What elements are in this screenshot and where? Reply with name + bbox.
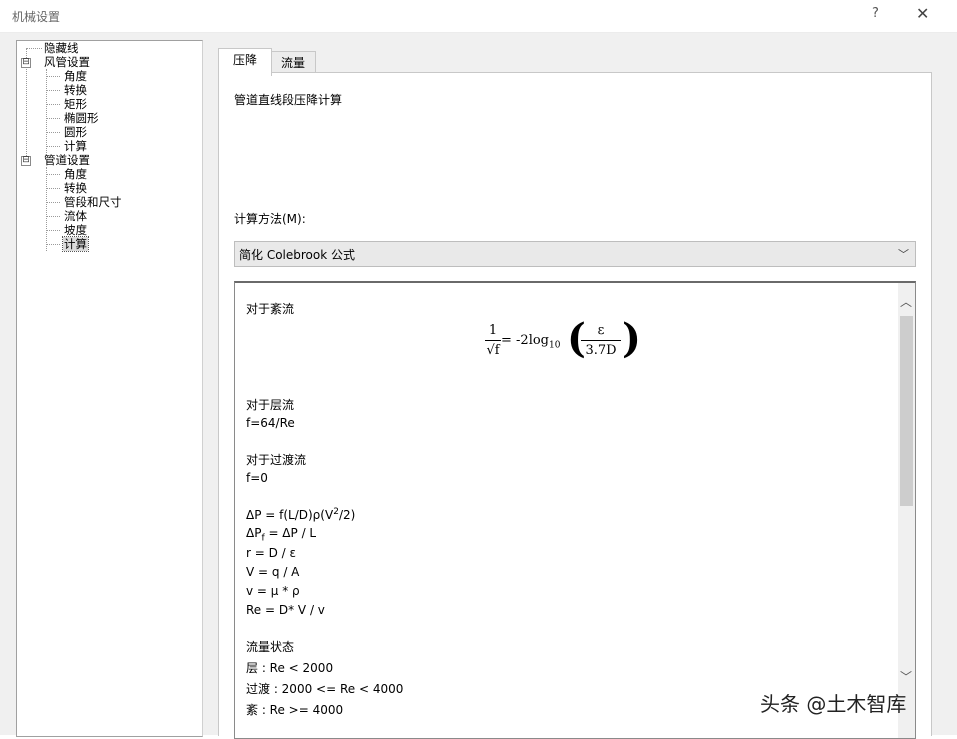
tree-connector <box>46 104 60 105</box>
equation-part: = ΔP / L <box>264 526 317 540</box>
equation-part: ΔP = f(L/D)ρ(V <box>246 508 334 522</box>
turbulent-label: 对于紊流 <box>246 302 295 316</box>
tree-item-label: 椭圆形 <box>64 111 99 125</box>
tree-item-label: 坡度 <box>64 223 87 237</box>
flow-state-label: 流量状态 <box>246 640 295 654</box>
tree-item-duct-conversion[interactable]: 转换 <box>63 83 88 97</box>
pressure-drop-equation: ΔP = f(L/D)ρ(V2/2) <box>246 507 355 522</box>
tree-connector <box>46 230 60 231</box>
tree-connector <box>26 48 42 49</box>
tree-item-segments-sizes[interactable]: 管段和尺寸 <box>63 195 123 209</box>
title-bar: 机械设置 ? ✕ <box>0 0 957 33</box>
friction-drop-equation: ΔPf = ΔP / L <box>246 526 316 543</box>
tree-item-label: 角度 <box>64 69 87 83</box>
formula-display: 对于紊流 1 √f = -2log10 ( ε 3.7D ) 对于层流 f=64… <box>234 281 916 739</box>
state-transition: 过渡 : 2000 <= Re < 4000 <box>246 682 404 696</box>
roughness-equation: r = D / ε <box>246 546 297 560</box>
tab-label: 流量 <box>280 56 305 70</box>
laminar-equation: f=64/Re <box>246 416 295 430</box>
tree-item-pipe-conversion[interactable]: 转换 <box>63 181 88 195</box>
tab-pressure-drop[interactable]: 压降 <box>218 48 272 76</box>
tree-connector <box>46 188 60 189</box>
tab-label: 压降 <box>232 53 257 67</box>
pressure-drop-panel: 管道直线段压降计算 计算方法(M): 简化 Colebrook 公式 ﹀ 对于紊… <box>218 72 932 739</box>
reynolds-equation: Re = D* V / v <box>246 603 325 617</box>
tree-connector <box>46 132 60 133</box>
tree-connector <box>46 90 60 91</box>
tree-item-label: 管道设置 <box>44 153 90 167</box>
tree-item-slope[interactable]: 坡度 <box>63 223 88 237</box>
tree-connector <box>46 202 60 203</box>
method-label: 计算方法(M): <box>234 212 306 226</box>
collapse-icon[interactable]: ⊟ <box>21 58 31 68</box>
tree-item-pipe-settings[interactable]: 管道设置 <box>43 153 91 167</box>
laminar-label: 对于层流 <box>246 398 295 412</box>
chevron-down-icon[interactable]: ﹀ <box>898 246 909 262</box>
tree-item-duct-angle[interactable]: 角度 <box>63 69 88 83</box>
formula-denominator: 3.7D <box>581 340 621 358</box>
equation-part: /2) <box>338 508 356 522</box>
tree-item-duct-settings[interactable]: 风管设置 <box>43 55 91 69</box>
selected-method: 简化 Colebrook 公式 <box>239 248 355 262</box>
tree-item-label: 矩形 <box>64 97 87 111</box>
tree-item-label: 圆形 <box>64 125 87 139</box>
velocity-equation: V = q / A <box>246 565 300 579</box>
tree-item-label: 管段和尺寸 <box>64 195 122 209</box>
scroll-down-icon[interactable]: ﹀ <box>900 668 912 685</box>
tree-item-duct-oval[interactable]: 椭圆形 <box>63 111 100 125</box>
scroll-thumb[interactable] <box>900 316 913 506</box>
tree-item-label: 计算 <box>62 236 89 252</box>
tree-connector <box>46 146 60 147</box>
scroll-up-icon[interactable]: ︿ <box>900 293 912 310</box>
formula-numerator: ε <box>597 323 605 338</box>
formula-fraction-left: 1 √f <box>485 323 501 358</box>
window-title: 机械设置 <box>12 10 61 24</box>
settings-tree[interactable]: 隐藏线 ⊟ 风管设置 角度 转换 矩形 椭圆形 圆形 计算 ⊟ 管道设置 角度 … <box>16 40 203 737</box>
tree-item-label: 隐藏线 <box>44 41 79 55</box>
formula-denominator: √f <box>485 340 501 358</box>
calculation-method-select[interactable]: 简化 Colebrook 公式 ﹀ <box>234 241 916 267</box>
close-button[interactable]: ✕ <box>916 4 929 23</box>
formula-log-base: 10 <box>549 340 561 351</box>
paren-right: ) <box>622 315 641 362</box>
watermark: 头条 @土木智库 <box>760 692 907 716</box>
transition-equation: f=0 <box>246 471 268 485</box>
tree-item-pipe-angle[interactable]: 角度 <box>63 167 88 181</box>
state-laminar: 层 : Re < 2000 <box>246 661 334 675</box>
tree-item-pipe-calculation[interactable]: 计算 <box>62 236 89 252</box>
formula-scrollbar[interactable]: ︿ ﹀ <box>898 283 915 738</box>
formula-fraction-right: ε 3.7D <box>581 323 621 358</box>
tree-connector <box>46 167 47 251</box>
tree-connector <box>46 244 60 245</box>
tree-item-label: 转换 <box>64 181 87 195</box>
formula-log-text: = -2log <box>501 333 549 348</box>
formula-numerator: 1 <box>488 323 498 338</box>
tree-item-duct-round[interactable]: 圆形 <box>63 125 88 139</box>
tree-item-label: 风管设置 <box>44 55 90 69</box>
tree-item-label: 计算 <box>64 139 87 153</box>
tree-item-duct-calculation[interactable]: 计算 <box>63 139 88 153</box>
equation-part: ΔP <box>246 526 262 540</box>
state-turbulent: 紊 : Re >= 4000 <box>246 703 344 717</box>
tree-item-label: 流体 <box>64 209 87 223</box>
tree-item-duct-rectangular[interactable]: 矩形 <box>63 97 88 111</box>
tree-item-label: 角度 <box>64 167 87 181</box>
tree-item-hidden-lines[interactable]: 隐藏线 <box>43 41 80 55</box>
tree-item-fluids[interactable]: 流体 <box>63 209 88 223</box>
tree-item-label: 转换 <box>64 83 87 97</box>
tree-connector <box>46 76 60 77</box>
dialog-client: 隐藏线 ⊟ 风管设置 角度 转换 矩形 椭圆形 圆形 计算 ⊟ 管道设置 角度 … <box>0 33 957 739</box>
colebrook-formula: 1 √f = -2log10 ( ε 3.7D ) <box>485 315 685 378</box>
tree-connector <box>46 118 60 119</box>
tree-connector <box>46 69 47 153</box>
formula-middle: = -2log10 <box>501 333 560 351</box>
collapse-icon[interactable]: ⊟ <box>21 156 31 166</box>
panel-heading: 管道直线段压降计算 <box>234 93 343 107</box>
tree-connector <box>46 216 60 217</box>
viscosity-equation: v = μ * ρ <box>246 584 300 598</box>
tree-connector <box>46 174 60 175</box>
transition-label: 对于过渡流 <box>246 453 307 467</box>
help-button[interactable]: ? <box>872 6 879 21</box>
